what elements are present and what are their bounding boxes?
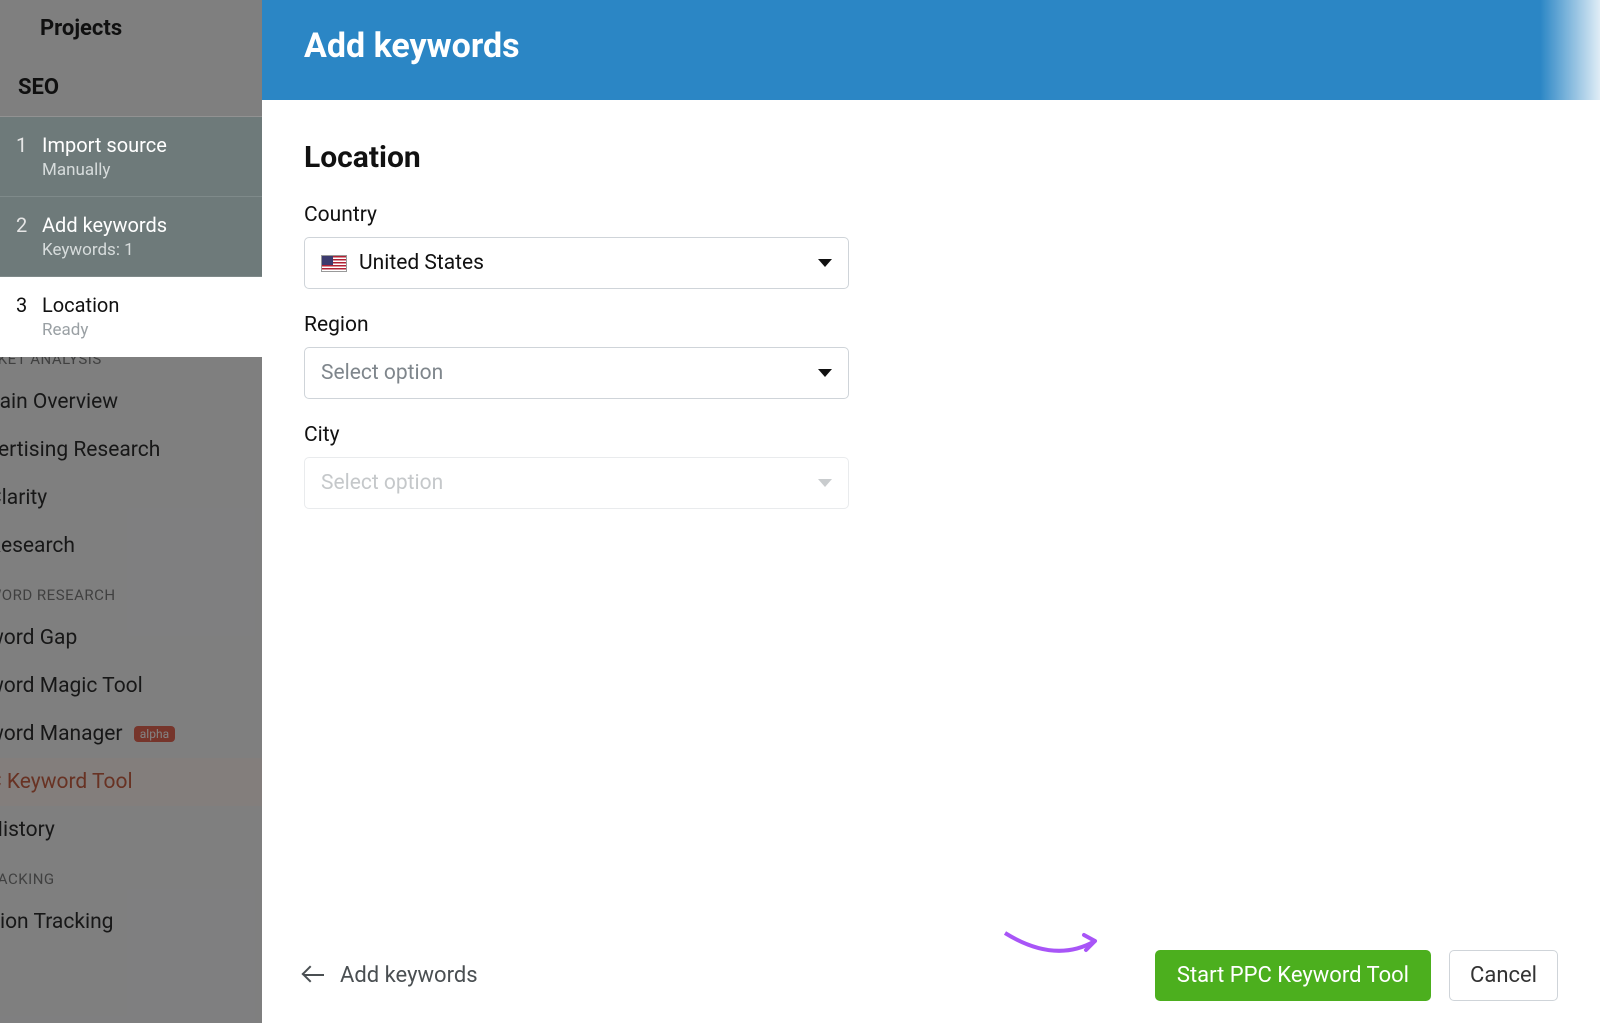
modal-header: Add keywords [262,0,1600,100]
back-label: Add keywords [340,963,478,988]
country-select[interactable]: United States [304,237,849,289]
arrow-left-icon [304,964,326,986]
sidebar-link-active[interactable]: C Keyword Tool [0,758,262,806]
sidebar-link[interactable]: word Manager alpha [0,710,262,758]
field-city: City Select option [304,423,1558,509]
sidebar-link[interactable]: word Magic Tool [0,662,262,710]
wizard-modal: Add keywords Location Country United Sta… [262,0,1600,1023]
us-flag-icon [321,255,347,272]
step-title: Add keywords [42,213,167,238]
country-label: Country [304,203,1558,227]
chevron-down-icon [818,369,832,377]
modal-footer: Add keywords Start PPC Keyword Tool Canc… [262,927,1600,1023]
section-title: Location [304,140,1558,175]
region-placeholder: Select option [321,361,443,385]
start-button[interactable]: Start PPC Keyword Tool [1155,950,1431,1001]
sidebar-section-tracking: RACKING [0,854,262,898]
wizard-step-3[interactable]: 3 Location Ready [0,277,262,357]
modal-body: Location Country United States Region Se… [262,100,1600,927]
step-subtitle: Ready [42,320,119,340]
sidebar-link-label: word Manager [0,722,123,746]
sidebar-link[interactable]: ition Tracking [0,898,262,946]
header-fade [1540,0,1600,100]
field-region: Region Select option [304,313,1558,399]
field-country: Country United States [304,203,1558,289]
sidebar-seo[interactable]: SEO [0,61,262,114]
sidebar-projects[interactable]: Projects [0,0,262,51]
cancel-button[interactable]: Cancel [1449,950,1558,1001]
sidebar-link[interactable]: vertising Research [0,426,262,474]
step-title: Import source [42,133,167,158]
wizard-step-2[interactable]: 2 Add keywords Keywords: 1 [0,197,262,277]
modal-title: Add keywords [304,26,1558,66]
step-title: Location [42,293,119,318]
step-number: 1 [16,133,28,157]
chevron-down-icon [818,259,832,267]
country-value: United States [359,251,484,275]
step-number: 3 [16,293,28,317]
step-subtitle: Manually [42,160,167,180]
chevron-down-icon [818,479,832,487]
alpha-badge: alpha [134,726,175,742]
city-placeholder: Select option [321,471,443,495]
back-button[interactable]: Add keywords [304,963,478,988]
sidebar-link[interactable]: word Gap [0,614,262,662]
region-label: Region [304,313,1558,337]
step-number: 2 [16,213,28,237]
step-subtitle: Keywords: 1 [42,240,167,260]
sidebar-link[interactable]: History [0,806,262,854]
city-select: Select option [304,457,849,509]
region-select[interactable]: Select option [304,347,849,399]
city-label: City [304,423,1558,447]
wizard-steps: 1 Import source Manually 2 Add keywords … [0,116,262,357]
wizard-step-1[interactable]: 1 Import source Manually [0,117,262,197]
sidebar-link[interactable]: nain Overview [0,378,262,426]
sidebar-link[interactable]: Research [0,522,262,570]
sidebar-section-keyword: WORD RESEARCH [0,570,262,614]
sidebar-link[interactable]: Clarity [0,474,262,522]
